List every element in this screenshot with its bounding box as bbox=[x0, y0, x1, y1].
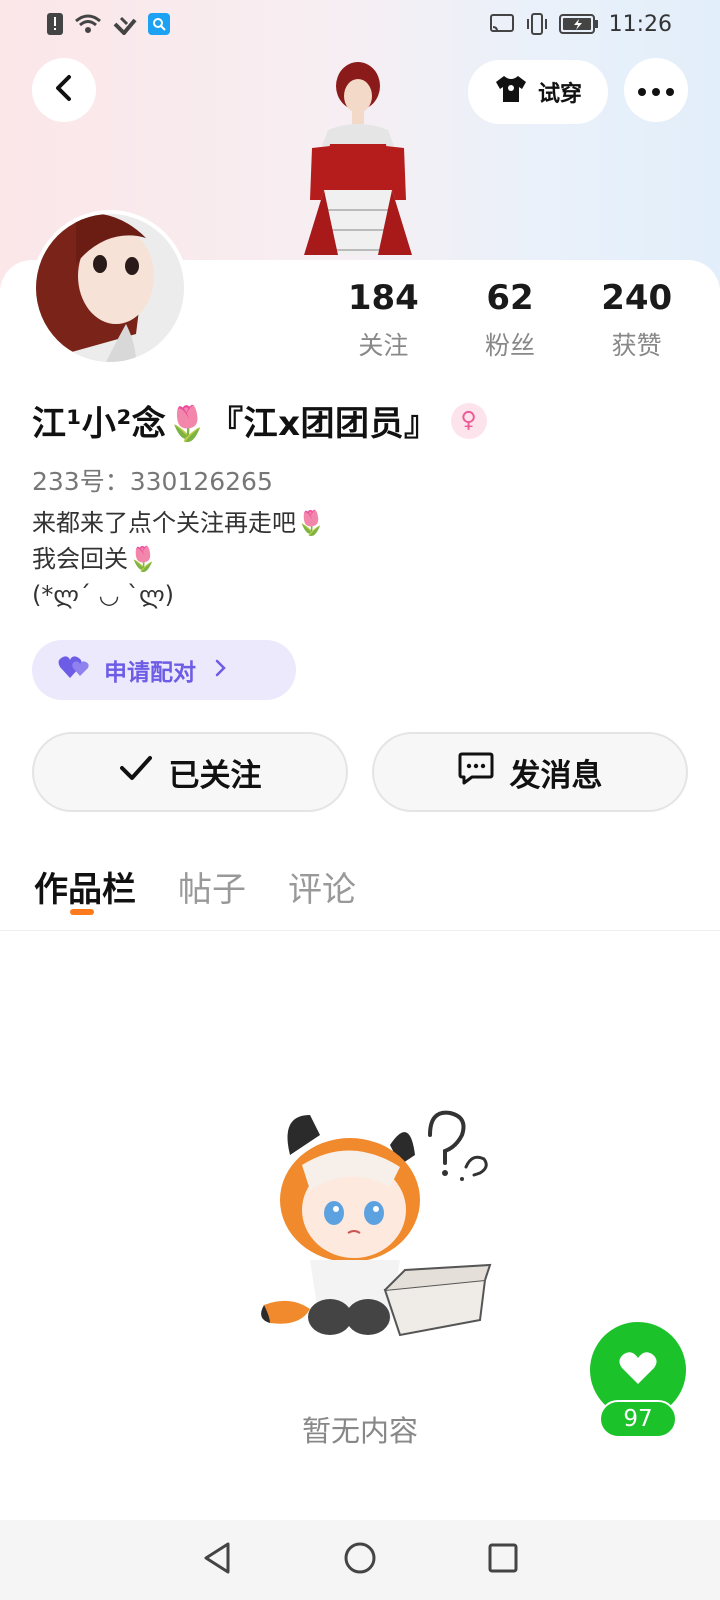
avatar-character-image bbox=[288, 50, 428, 260]
stat-value: 62 bbox=[486, 278, 534, 318]
tshirt-icon bbox=[494, 74, 528, 110]
pair-label: 申请配对 bbox=[104, 660, 196, 686]
status-time: 11:26 bbox=[608, 11, 672, 37]
status-left bbox=[46, 11, 170, 37]
stat-followers[interactable]: 62 粉丝 bbox=[447, 278, 574, 362]
tab-posts[interactable]: 帖子 bbox=[178, 862, 246, 911]
female-gender-icon: ♀ bbox=[450, 402, 487, 439]
status-bar: 11:26 bbox=[0, 0, 720, 48]
following-label: 已关注 bbox=[168, 757, 262, 794]
alert-icon bbox=[46, 11, 64, 37]
send-message-button[interactable]: 发消息 bbox=[372, 732, 688, 812]
tryon-button[interactable]: 试穿 bbox=[468, 60, 608, 124]
home-circle-icon[interactable] bbox=[343, 1541, 377, 1579]
nickname: 江¹小²念🌷『江x团团员』 bbox=[32, 404, 439, 444]
user-id: 233号：330126265 bbox=[32, 467, 273, 496]
bio-line: (*ლ´ ◡ `ლ) bbox=[32, 581, 175, 609]
double-heart-icon bbox=[58, 654, 92, 686]
bio: 来都来了点个关注再走吧🌷 我会回关🌷 (*ლ´ ◡ `ლ) bbox=[32, 505, 326, 613]
status-right: 11:26 bbox=[489, 11, 672, 37]
apply-pair-button[interactable]: 申请配对 bbox=[32, 640, 296, 700]
system-nav-bar bbox=[0, 1520, 720, 1600]
battery-icon bbox=[558, 11, 599, 37]
chevron-left-icon bbox=[52, 74, 76, 106]
more-button[interactable] bbox=[624, 58, 688, 122]
back-button[interactable] bbox=[32, 58, 96, 122]
stat-label: 获赞 bbox=[611, 331, 662, 360]
tabs-divider bbox=[0, 930, 720, 931]
message-label: 发消息 bbox=[509, 757, 603, 794]
stat-label: 关注 bbox=[358, 331, 409, 360]
heart-icon bbox=[618, 1350, 658, 1390]
like-count: 97 bbox=[599, 1400, 677, 1438]
stat-value: 240 bbox=[601, 278, 673, 318]
stats-row: 184 关注 62 粉丝 240 获赞 bbox=[320, 278, 700, 362]
cast-icon bbox=[489, 11, 515, 37]
tab-comments[interactable]: 评论 bbox=[288, 862, 356, 911]
stat-following[interactable]: 184 关注 bbox=[320, 278, 447, 362]
active-tab-indicator bbox=[70, 909, 94, 915]
tab-label: 评论 bbox=[288, 870, 356, 910]
tab-works[interactable]: 作品栏 bbox=[34, 862, 136, 915]
more-dots-icon bbox=[638, 81, 674, 100]
bio-line: 来都来了点个关注再走吧🌷 bbox=[32, 509, 326, 537]
wifi-icon bbox=[74, 11, 102, 37]
recents-square-icon[interactable] bbox=[487, 1542, 519, 1578]
back-triangle-icon[interactable] bbox=[201, 1541, 233, 1579]
stat-label: 粉丝 bbox=[485, 331, 536, 360]
vibrate-icon bbox=[525, 11, 549, 37]
content-tabs: 作品栏 帖子 评论 bbox=[34, 862, 356, 915]
chevron-right-icon bbox=[214, 657, 226, 683]
tab-label: 帖子 bbox=[178, 870, 246, 910]
heart-signal-icon bbox=[112, 11, 138, 37]
stat-value: 184 bbox=[347, 278, 419, 318]
check-icon bbox=[119, 754, 153, 790]
chat-bubble-icon bbox=[458, 751, 494, 793]
empty-state-illustration bbox=[240, 1095, 510, 1365]
tryon-label: 试穿 bbox=[537, 82, 582, 107]
tab-label: 作品栏 bbox=[34, 870, 136, 910]
stat-likes[interactable]: 240 获赞 bbox=[573, 278, 700, 362]
search-app-icon bbox=[148, 11, 170, 37]
name-row: 江¹小²念🌷『江x团团员』 ♀ bbox=[32, 396, 487, 445]
following-button[interactable]: 已关注 bbox=[32, 732, 348, 812]
bio-line: 我会回关🌷 bbox=[32, 545, 158, 573]
avatar[interactable] bbox=[32, 210, 188, 366]
